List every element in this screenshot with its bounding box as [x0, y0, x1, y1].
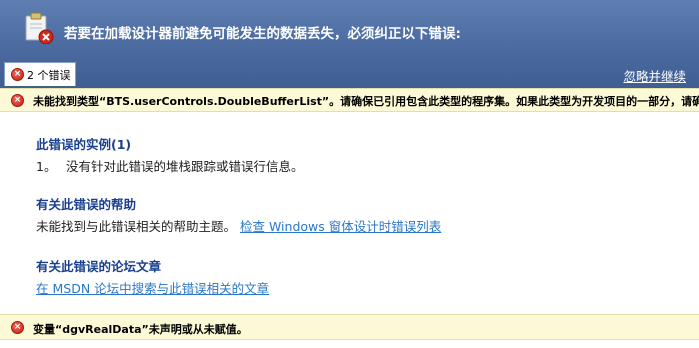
error-icon: ×: [11, 68, 24, 81]
ignore-and-continue-link[interactable]: 忽略并继续: [623, 66, 686, 85]
error-message: 变量“dgvRealData”未声明或从未赋值。: [33, 323, 248, 336]
error-item[interactable]: × 未能找到类型“BTS.userControls.DoubleBufferLi…: [0, 88, 699, 112]
tab-errors[interactable]: × 2 个错误: [4, 62, 76, 86]
help-text: 未能找到与此错误相关的帮助主题。: [36, 219, 237, 234]
help-row: 未能找到与此错误相关的帮助主题。 检查 Windows 窗体设计时错误列表: [36, 216, 441, 235]
header-title: 若要在加载设计器前避免可能发生的数据丢失，必须纠正以下错误:: [64, 26, 461, 42]
error-details: 此错误的实例(1) 1。 没有针对此错误的堆栈跟踪或错误行信息。 有关此错误的帮助…: [0, 113, 699, 314]
tab-errors-label: 2 个错误: [27, 68, 71, 82]
error-icon: ×: [11, 94, 24, 107]
error-icon: ×: [11, 321, 24, 334]
error-item[interactable]: × 变量“dgvRealData”未声明或从未赋值。: [0, 314, 699, 340]
forum-title: 有关此错误的论坛文章: [36, 259, 162, 274]
instance-number: 1。: [36, 159, 57, 174]
instance-item: 1。 没有针对此错误的堆栈跟踪或错误行信息。: [36, 156, 304, 175]
forum-row: 在 MSDN 论坛中搜索与此错误相关的文章: [36, 278, 269, 297]
instances-title: 此错误的实例(1): [36, 137, 132, 152]
forum-link[interactable]: 在 MSDN 论坛中搜索与此错误相关的文章: [36, 281, 269, 296]
error-header: 若要在加载设计器前避免可能发生的数据丢失，必须纠正以下错误: × 2 个错误 忽…: [0, 0, 699, 88]
clipboard-error-icon: [25, 12, 54, 44]
error-message: 未能找到类型“BTS.userControls.DoubleBufferList…: [33, 95, 699, 108]
help-title: 有关此错误的帮助: [36, 197, 137, 212]
instance-text: 没有针对此错误的堆栈跟踪或错误行信息。: [66, 159, 304, 174]
help-link[interactable]: 检查 Windows 窗体设计时错误列表: [240, 219, 441, 234]
